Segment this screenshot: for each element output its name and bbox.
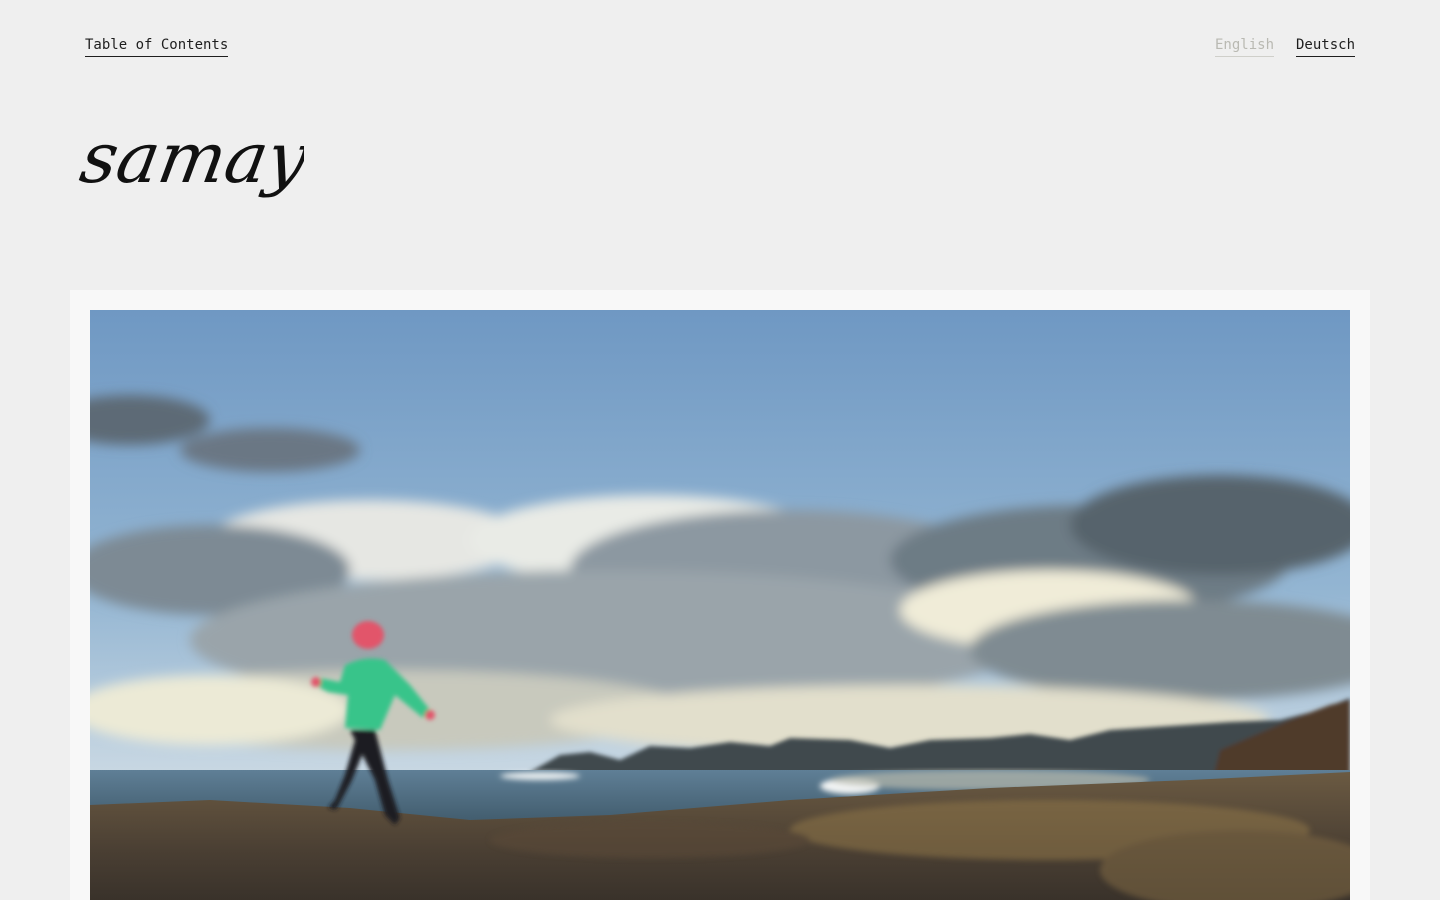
hero-landscape-image: [90, 310, 1350, 900]
language-deutsch-link[interactable]: Deutsch: [1296, 36, 1356, 57]
logo-text: samaya: [75, 117, 304, 198]
samaya-logo[interactable]: samaya: [72, 112, 304, 222]
hero-frame: [70, 290, 1370, 900]
table-of-contents-link[interactable]: Table of Contents: [85, 36, 229, 57]
language-english-link[interactable]: English: [1215, 36, 1275, 57]
